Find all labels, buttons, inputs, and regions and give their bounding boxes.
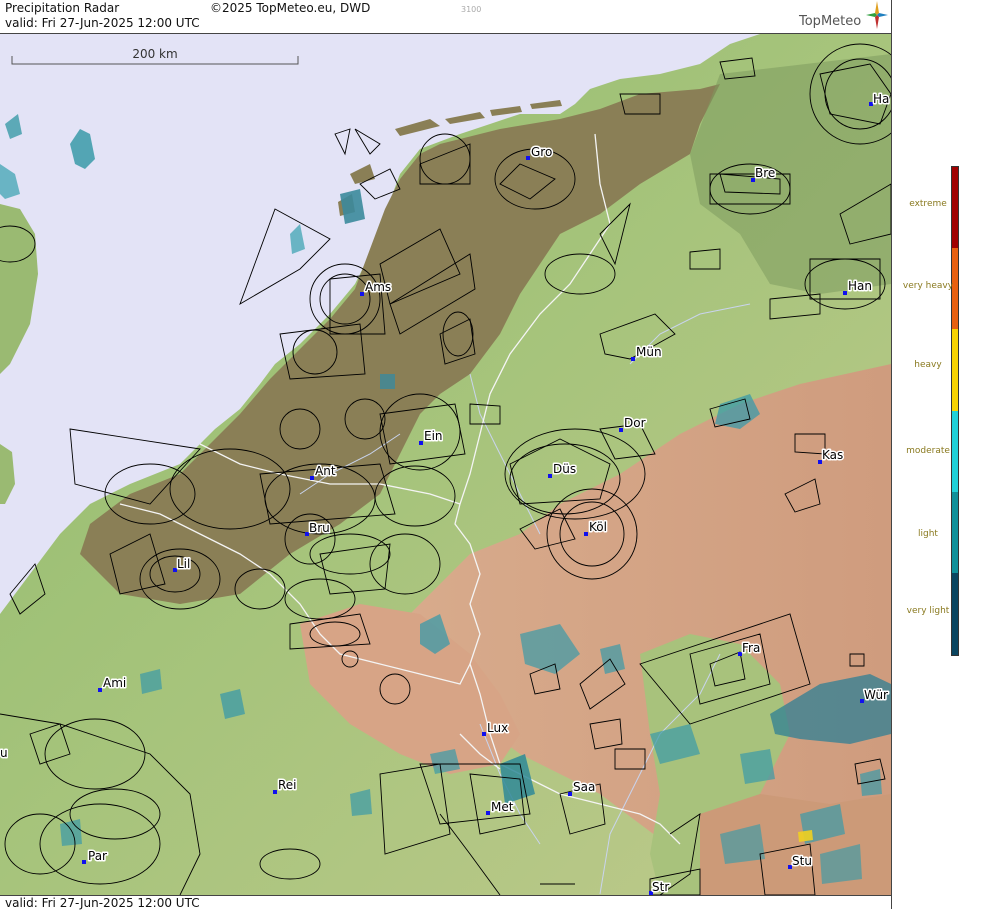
svg-text:Gro: Gro bbox=[531, 145, 552, 159]
scale-label: 200 km bbox=[132, 47, 177, 61]
legend-label-extreme: extreme bbox=[909, 199, 947, 209]
svg-text:Mün: Mün bbox=[636, 345, 662, 359]
map-header: Precipitation Radar ©2025 TopMeteo.eu, D… bbox=[0, 0, 891, 34]
svg-text:Wür: Wür bbox=[864, 688, 888, 702]
svg-text:Han: Han bbox=[848, 279, 872, 293]
compass-star-icon bbox=[866, 1, 888, 29]
svg-text:Ha: Ha bbox=[873, 92, 889, 106]
city-saarbruecken: Saa bbox=[568, 779, 597, 796]
city-muenster: Mün bbox=[631, 344, 663, 361]
brand-logo-text: TopMeteo bbox=[799, 14, 862, 29]
svg-text:Köl: Köl bbox=[589, 520, 607, 534]
city-hannover: Han bbox=[843, 278, 873, 295]
map-footer: valid: Fri 27-Jun-2025 12:00 UTC bbox=[0, 895, 891, 910]
city-brussels: Bru bbox=[305, 520, 331, 537]
legend-bar-heavy bbox=[951, 329, 959, 411]
city-wuerzburg: Wür bbox=[860, 687, 890, 704]
city-frankfurt: Fra bbox=[738, 640, 762, 657]
svg-text:Bre: Bre bbox=[755, 166, 775, 180]
image-code: 3100 bbox=[461, 5, 482, 14]
svg-text:Ant: Ant bbox=[315, 464, 336, 478]
svg-text:Saa: Saa bbox=[573, 780, 595, 794]
copyright: ©2025 TopMeteo.eu, DWD bbox=[210, 1, 371, 15]
footer-valid-time: valid: Fri 27-Jun-2025 12:00 UTC bbox=[5, 896, 200, 910]
svg-text:Ami: Ami bbox=[103, 676, 126, 690]
city-hamburg: Ha bbox=[869, 91, 891, 108]
city-amsterdam: Ams bbox=[360, 279, 393, 296]
svg-text:Fra: Fra bbox=[742, 641, 760, 655]
city-strasbourg: Str bbox=[649, 879, 671, 895]
city-partial-west: u bbox=[0, 745, 9, 762]
legend-label-heavy: heavy bbox=[914, 360, 942, 370]
map-title: Precipitation Radar bbox=[5, 1, 120, 15]
svg-text:Rei: Rei bbox=[278, 778, 297, 792]
svg-text:u: u bbox=[0, 746, 8, 760]
svg-text:Stu: Stu bbox=[792, 854, 812, 868]
legend-label-very-heavy: very heavy bbox=[902, 281, 954, 291]
legend-label-light: light bbox=[918, 529, 938, 539]
svg-text:Lil: Lil bbox=[177, 557, 190, 571]
city-stuttgart: Stu bbox=[788, 853, 813, 870]
city-duesseldorf: Düs bbox=[548, 461, 578, 478]
svg-text:Str: Str bbox=[652, 880, 669, 894]
svg-text:Düs: Düs bbox=[553, 462, 576, 476]
radar-map[interactable]: 200 km Gro Ha Bre Ams Han Mün Ein Dor Ka… bbox=[0, 34, 891, 895]
city-metz: Met bbox=[486, 799, 515, 816]
city-bremen: Bre bbox=[751, 165, 777, 182]
svg-text:Bru: Bru bbox=[309, 521, 330, 535]
svg-text:Ams: Ams bbox=[365, 280, 391, 294]
city-kassel: Kas bbox=[818, 447, 845, 464]
legend-label-moderate: moderate bbox=[906, 446, 950, 456]
svg-text:Kas: Kas bbox=[822, 448, 843, 462]
valid-time: valid: Fri 27-Jun-2025 12:00 UTC bbox=[5, 16, 200, 30]
svg-text:Dor: Dor bbox=[624, 416, 646, 430]
city-amiens: Ami bbox=[98, 675, 128, 692]
intensity-legend: extreme very heavy heavy moderate light … bbox=[892, 0, 983, 909]
svg-text:Lux: Lux bbox=[487, 721, 508, 735]
svg-text:Ein: Ein bbox=[424, 429, 443, 443]
svg-text:Par: Par bbox=[88, 849, 107, 863]
svg-text:Met: Met bbox=[491, 800, 514, 814]
legend-label-very-light: very light bbox=[906, 606, 950, 616]
